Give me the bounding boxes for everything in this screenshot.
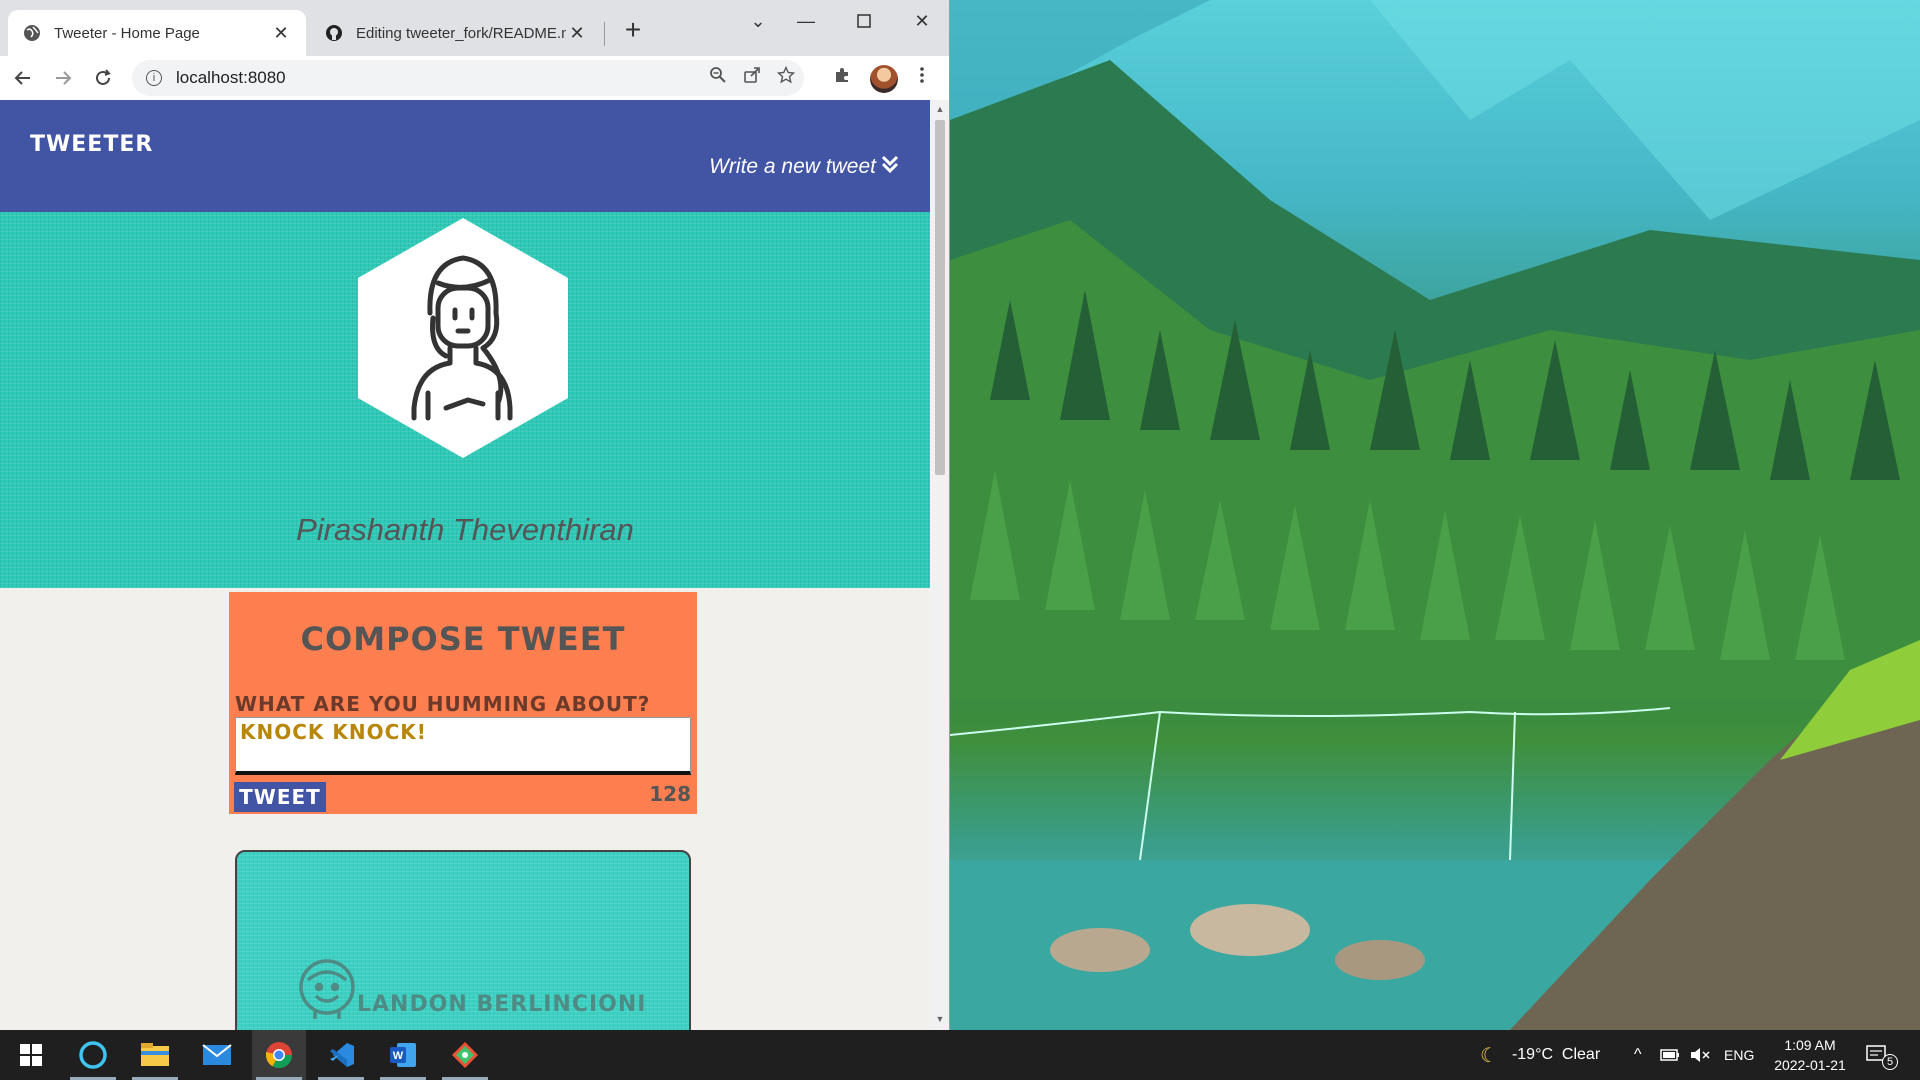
address-text: localhost:8080 bbox=[176, 68, 286, 87]
github-icon bbox=[324, 23, 344, 43]
desktop-wallpaper bbox=[950, 0, 1920, 1030]
new-tab-button[interactable]: + bbox=[618, 16, 648, 46]
address-bar[interactable]: i localhost:8080 bbox=[132, 60, 804, 96]
page-scrollbar[interactable]: ▲ ▼ bbox=[930, 100, 949, 1030]
profile-header: Pirashanth Theventhiran bbox=[0, 212, 930, 588]
double-chevron-down-icon bbox=[880, 154, 900, 180]
scroll-up-arrow-icon[interactable]: ▲ bbox=[934, 104, 946, 116]
tweet-card: LANDON BERLINCIONI bbox=[235, 850, 691, 1030]
character-counter: 128 bbox=[649, 782, 691, 806]
close-tab-icon[interactable]: ✕ bbox=[270, 23, 292, 44]
menu-icon[interactable] bbox=[910, 63, 934, 87]
notification-count-badge: 5 bbox=[1882, 1054, 1898, 1070]
minimize-button[interactable]: — bbox=[786, 6, 826, 36]
weather-widget[interactable]: ☾ -19°C Clear bbox=[1480, 1030, 1600, 1080]
tab-title: Tweeter - Home Page bbox=[54, 24, 200, 42]
clock-date: 2022-01-21 bbox=[1774, 1057, 1846, 1073]
zoom-icon[interactable] bbox=[706, 63, 730, 87]
mail-icon[interactable] bbox=[190, 1030, 244, 1080]
show-hidden-icons-chevron-icon[interactable]: ^ bbox=[1634, 1030, 1642, 1080]
tab-tweeter-home[interactable]: Tweeter - Home Page ✕ bbox=[8, 10, 306, 56]
tab-search-icon[interactable]: ⌄ bbox=[738, 6, 778, 36]
browser-window: Tweeter - Home Page ✕ Editing tweeter_fo… bbox=[0, 0, 950, 1030]
system-clock[interactable]: 1:09 AM 2022-01-21 bbox=[1770, 1035, 1850, 1075]
compose-prompt-label: WHAT ARE YOU HUMMING ABOUT? bbox=[235, 692, 651, 716]
forest-lake-scenery bbox=[950, 0, 1920, 1030]
vscode-icon[interactable] bbox=[314, 1030, 368, 1080]
browser-toolbar: i localhost:8080 bbox=[0, 56, 949, 100]
file-explorer-icon[interactable] bbox=[128, 1030, 182, 1080]
tweet-author-name: LANDON BERLINCIONI bbox=[357, 992, 647, 1017]
moon-icon: ☾ bbox=[1480, 1044, 1498, 1067]
windows-taskbar: W ☾ -19°C Clear ^ ENG 1:09 AM 2022-01-21… bbox=[0, 1030, 1920, 1080]
back-button[interactable] bbox=[8, 63, 38, 93]
extensions-icon[interactable] bbox=[830, 63, 854, 87]
chrome-taskbar-icon[interactable] bbox=[252, 1030, 306, 1080]
tweet-author-avatar-icon bbox=[297, 957, 357, 1021]
close-window-button[interactable]: ✕ bbox=[902, 6, 942, 36]
compose-heading: COMPOSE TWEET bbox=[300, 620, 626, 658]
compose-tweet-section: COMPOSE TWEET WHAT ARE YOU HUMMING ABOUT… bbox=[229, 592, 697, 814]
windows-logo-icon bbox=[20, 1044, 42, 1066]
profile-name: Pirashanth Theventhiran bbox=[296, 512, 634, 547]
start-button[interactable] bbox=[4, 1030, 58, 1080]
notification-center-icon[interactable]: 5 bbox=[1866, 1030, 1898, 1080]
globe-icon bbox=[22, 23, 42, 43]
word-icon[interactable]: W bbox=[376, 1030, 430, 1080]
forward-button[interactable] bbox=[48, 63, 78, 93]
profile-avatar[interactable] bbox=[870, 65, 898, 93]
tweet-textarea[interactable]: KNOCK KNOCK! bbox=[235, 717, 691, 775]
cortana-icon[interactable] bbox=[66, 1030, 120, 1080]
write-new-tweet-link[interactable]: Write a new tweet bbox=[709, 154, 900, 180]
clock-time: 1:09 AM bbox=[1784, 1037, 1836, 1053]
write-new-tweet-label: Write a new tweet bbox=[709, 155, 876, 178]
tab-divider bbox=[604, 22, 605, 46]
info-icon[interactable]: i bbox=[146, 70, 162, 86]
weather-text: -19°C Clear bbox=[1511, 1046, 1601, 1063]
scrollbar-thumb[interactable] bbox=[935, 120, 945, 475]
speaker-muted-icon[interactable] bbox=[1690, 1030, 1710, 1080]
battery-icon[interactable] bbox=[1660, 1030, 1680, 1080]
share-icon[interactable] bbox=[740, 63, 764, 87]
scroll-down-arrow-icon[interactable]: ▼ bbox=[934, 1014, 946, 1026]
svg-text:W: W bbox=[393, 1050, 404, 1062]
tab-github-readme[interactable]: Editing tweeter_fork/README.m ✕ bbox=[310, 10, 602, 56]
language-indicator[interactable]: ENG bbox=[1724, 1030, 1754, 1080]
profile-avatar-hexagon bbox=[358, 218, 568, 458]
reload-button[interactable] bbox=[88, 63, 118, 93]
site-brand[interactable]: TWEETER bbox=[30, 132, 153, 157]
close-tab-icon[interactable]: ✕ bbox=[566, 23, 588, 44]
tweet-submit-button[interactable]: TWEET bbox=[234, 782, 326, 812]
maximize-button[interactable] bbox=[844, 6, 884, 36]
page-viewport: TWEETER Write a new tweet Pirashanth The… bbox=[0, 100, 930, 1030]
site-navbar: TWEETER Write a new tweet bbox=[0, 100, 930, 212]
tab-title: Editing tweeter_fork/README.m bbox=[356, 24, 566, 42]
tab-strip: Tweeter - Home Page ✕ Editing tweeter_fo… bbox=[0, 0, 949, 56]
bookmark-star-icon[interactable] bbox=[774, 63, 798, 87]
git-app-icon[interactable] bbox=[438, 1030, 492, 1080]
